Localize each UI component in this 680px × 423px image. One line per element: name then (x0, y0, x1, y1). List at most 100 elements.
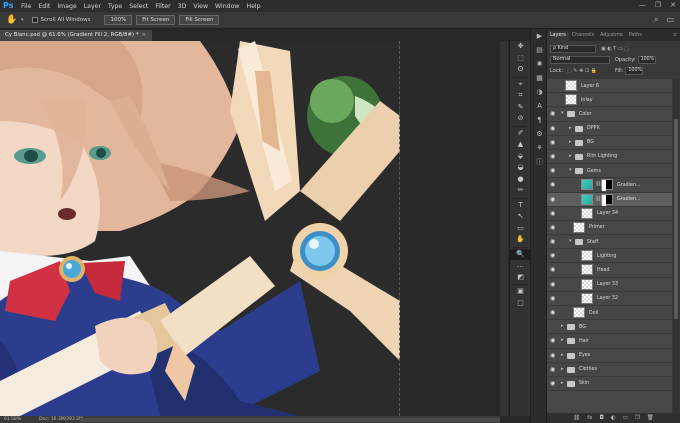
eye-icon[interactable]: ◉ (550, 352, 557, 358)
eye-icon[interactable]: ◉ (550, 168, 557, 174)
menu-item-filter[interactable]: Filter (155, 3, 170, 10)
color-swatch-tool-icon[interactable]: ▣ (510, 286, 531, 298)
type-tool-icon[interactable]: ↖ (510, 211, 531, 223)
layer-thumbnail[interactable] (581, 207, 593, 219)
eye-icon[interactable]: ◉ (550, 253, 557, 259)
layer-row[interactable]: Layer 6 (547, 79, 672, 94)
eye-icon[interactable]: ◉ (550, 310, 557, 316)
add-mask-icon[interactable]: ◘ (599, 415, 603, 421)
hand-tool-icon[interactable]: ✋ (6, 14, 18, 26)
layer-thumbnail[interactable] (581, 278, 593, 290)
layer-row[interactable]: ◉ ▸ Skin (547, 377, 672, 392)
swatches-icon[interactable]: ▦ (531, 71, 548, 85)
layers-scrollbar[interactable] (673, 79, 679, 413)
photoshop-logo-icon[interactable]: Ps (3, 1, 17, 11)
eye-icon[interactable]: ◉ (550, 380, 557, 386)
chevron-right-icon[interactable]: ▸ (561, 337, 564, 343)
canvas-vertical-scrollbar[interactable] (500, 41, 508, 416)
history-icon[interactable]: ▤ (531, 43, 548, 57)
chevron-right-icon[interactable]: ▸ (569, 125, 572, 131)
filter-icons[interactable]: ▣ ◐ T ▭ ⬚ (601, 46, 629, 52)
info-icon[interactable]: ⓘ (531, 155, 548, 169)
layer-row[interactable]: ◉ Head (547, 263, 672, 278)
chevron-right-icon[interactable]: ▸ (561, 323, 564, 329)
layer-thumbnail[interactable] (581, 250, 593, 262)
eye-icon[interactable]: ◉ (550, 153, 557, 159)
eye-hidden-icon[interactable] (550, 97, 556, 103)
chevron-down-icon[interactable]: ▾ (569, 167, 572, 173)
chevron-right-icon[interactable]: ▸ (561, 380, 564, 386)
marquee-tool-icon[interactable]: ⬚ (510, 53, 531, 65)
opacity-field[interactable]: 100% (637, 55, 656, 64)
fill-screen-button[interactable]: Fill Screen (179, 15, 220, 25)
paragraph-icon[interactable]: ¶ (531, 113, 548, 127)
tool-preset-chevron-down-icon[interactable]: ▾ (21, 17, 24, 23)
panel-menu-icon[interactable]: ≡ (673, 31, 677, 41)
character-icon[interactable]: A (531, 99, 548, 113)
properties-icon[interactable]: ⚙ (531, 127, 548, 141)
menu-item-select[interactable]: Select (129, 3, 148, 10)
eye-icon[interactable]: ◉ (550, 210, 557, 216)
layer-row[interactable]: Inlay (547, 93, 672, 108)
chevron-right-icon[interactable]: ▸ (561, 352, 564, 358)
brush-tool-icon[interactable]: ✐ (510, 128, 531, 140)
eye-icon[interactable]: ◉ (550, 366, 557, 372)
layer-row[interactable]: ◉ ▾ Color (547, 107, 672, 122)
menu-item-3d[interactable]: 3D (178, 3, 187, 10)
layer-row[interactable]: ◉ Primer (547, 221, 672, 236)
gradient-tool-icon[interactable]: ● (510, 174, 531, 186)
chevron-down-icon[interactable]: ▾ (561, 110, 564, 116)
eye-icon[interactable]: ◉ (550, 125, 557, 131)
quick-mask-tool-icon[interactable]: ▢ (510, 298, 531, 310)
menu-item-window[interactable]: Window (215, 3, 239, 10)
gradient-fill-thumbnail[interactable] (581, 179, 593, 191)
layer-row[interactable]: ◉ Doll (547, 306, 672, 321)
zoom-100-button[interactable]: 100% (104, 15, 133, 25)
layer-row[interactable]: ◉ ▸ BG (547, 136, 672, 150)
dodge-tool-icon[interactable]: ✏ (510, 185, 531, 197)
libraries-icon[interactable]: ⚘ (531, 141, 548, 155)
lasso-tool-icon[interactable]: ʘ (510, 64, 531, 76)
layers-scroll-thumb[interactable] (674, 119, 678, 319)
chevron-right-icon[interactable]: ▸ (569, 139, 572, 145)
layer-thumbnail[interactable] (565, 94, 577, 106)
layer-thumbnail[interactable] (573, 307, 585, 318)
eye-icon[interactable]: ◉ (550, 139, 557, 145)
layer-row[interactable]: ◉ Lighting (547, 249, 672, 264)
menu-item-file[interactable]: File (21, 3, 31, 10)
brush-presets-icon[interactable]: ✺ (531, 57, 548, 71)
eraser-tool-icon[interactable]: ◒ (510, 162, 531, 174)
layer-row[interactable]: ◉ ⛓ Gradien... (547, 178, 672, 193)
crop-tool-icon[interactable]: ⌗ (510, 90, 531, 102)
layer-thumbnail[interactable] (581, 292, 593, 304)
gradient-fill-thumbnail[interactable] (581, 193, 593, 205)
layer-mask-thumbnail[interactable] (601, 193, 613, 206)
eye-icon[interactable]: ◉ (550, 281, 557, 287)
document-tab[interactable]: Cy Blanc.psd @ 61.6% (Gradient Fill 2, R… (0, 30, 153, 41)
layer-thumbnail[interactable] (581, 264, 593, 276)
layer-row[interactable]: ◉ ▸ Eyes (547, 349, 672, 363)
layer-row[interactable]: ◉ ▸ Rim Lighting (547, 150, 672, 165)
close-icon[interactable]: ✕ (670, 1, 676, 9)
menu-item-view[interactable]: View (193, 3, 208, 10)
pen-tool-icon[interactable]: T (510, 200, 531, 212)
path-select-tool-icon[interactable]: ▭ (510, 223, 531, 235)
close-tab-icon[interactable]: × (142, 32, 147, 38)
layer-row[interactable]: ◉ ▸ DPPX (547, 122, 672, 136)
tab-adjustments[interactable]: Adjustme (597, 31, 626, 41)
eye-hidden-icon[interactable] (550, 83, 556, 89)
eye-icon[interactable]: ◉ (550, 224, 557, 230)
eye-icon[interactable]: ◉ (550, 196, 557, 202)
eye-icon[interactable]: ◉ (550, 239, 557, 245)
eye-icon[interactable]: ◉ (550, 111, 557, 117)
menu-item-type[interactable]: Type (108, 3, 122, 10)
fill-field[interactable]: 100% (625, 66, 644, 75)
eye-icon[interactable]: ◉ (550, 338, 557, 344)
eye-icon[interactable]: ◉ (550, 267, 557, 273)
tab-layers[interactable]: Layers (547, 31, 569, 41)
fit-screen-button[interactable]: Fit Screen (136, 15, 176, 25)
layer-thumbnail[interactable] (565, 80, 577, 91)
rectangle-tool-icon[interactable]: ✋ (510, 234, 531, 246)
layer-row[interactable]: ◉ Layer 33 (547, 278, 672, 292)
layer-row[interactable]: ◉ ▸ Hair (547, 334, 672, 349)
